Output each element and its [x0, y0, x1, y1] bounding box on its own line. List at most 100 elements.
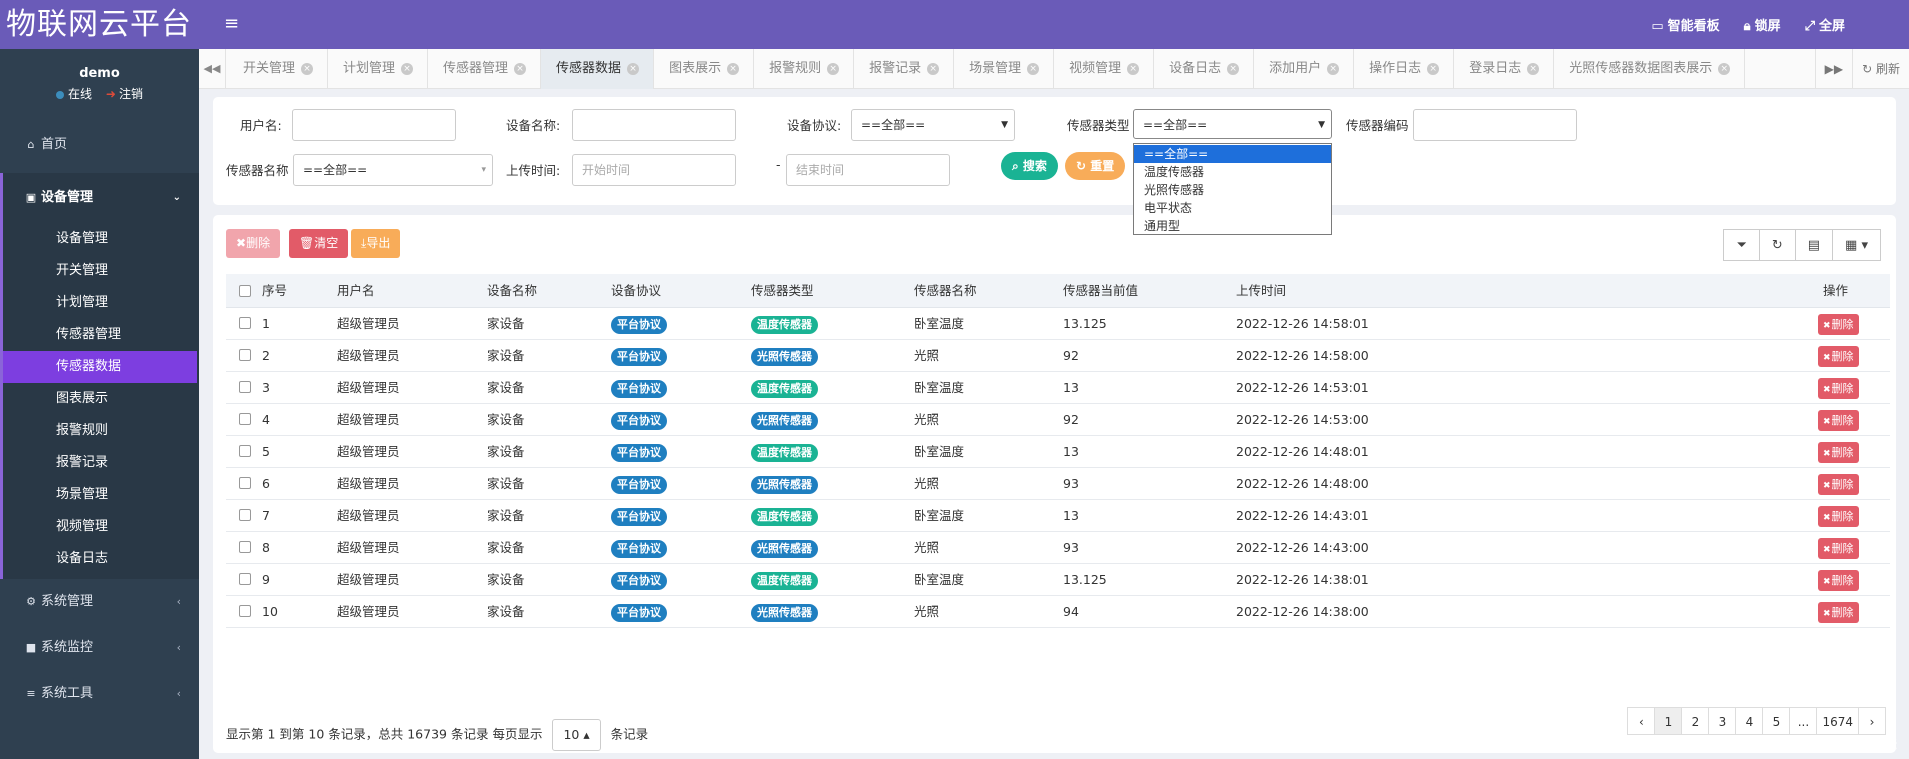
sensor-name-select[interactable]: ==全部== ▾: [293, 154, 493, 186]
columns-icon[interactable]: ▦ ▾: [1832, 229, 1881, 261]
fullscreen-button[interactable]: ⤢ 全屏: [1805, 15, 1845, 34]
row-delete-button[interactable]: ✖删除: [1818, 345, 1859, 367]
tab-close-icon[interactable]: ×: [301, 62, 314, 75]
row-delete-button[interactable]: ✖删除: [1818, 537, 1859, 559]
export-button[interactable]: ⤓导出: [351, 229, 401, 258]
tab-item[interactable]: 登录日志 ×: [1454, 49, 1555, 89]
menu-icon[interactable]: ≡: [224, 13, 239, 34]
logout-link[interactable]: 注销: [119, 87, 143, 101]
tab-item[interactable]: 设备日志 ×: [1154, 49, 1255, 89]
sidebar-item-system-tools[interactable]: ≡ 系统工具 ‹: [0, 671, 199, 717]
dashboard-button[interactable]: ▭ 智能看板: [1651, 15, 1719, 34]
end-time-input[interactable]: 结束时间: [786, 154, 950, 186]
tab-close-icon[interactable]: ×: [1327, 62, 1340, 75]
tab-item[interactable]: 光照传感器数据图表展示 ×: [1554, 49, 1746, 89]
tab-item[interactable]: 操作日志 ×: [1354, 49, 1455, 89]
sensor-type-option[interactable]: 电平状态: [1134, 199, 1331, 217]
tab-close-icon[interactable]: ×: [1527, 62, 1540, 75]
row-delete-button[interactable]: ✖删除: [1818, 409, 1859, 431]
tab-item[interactable]: 添加用户 ×: [1254, 49, 1355, 89]
sensor-type-option[interactable]: 温度传感器: [1134, 163, 1331, 181]
tab-item[interactable]: 报警规则 ×: [754, 49, 855, 89]
sidebar-item-device-management[interactable]: ▣ 设备管理 ⌄: [3, 173, 199, 223]
tab-scroll-left-icon[interactable]: ◀◀: [199, 49, 226, 89]
tab-item[interactable]: 场景管理 ×: [954, 49, 1055, 89]
protocol-select[interactable]: ==全部== ▼: [851, 109, 1015, 141]
tab-refresh-button[interactable]: ↻ 刷新: [1852, 49, 1909, 89]
refresh-icon[interactable]: ↻: [1758, 229, 1796, 261]
sidebar-item-home[interactable]: ⌂ 首页: [0, 117, 199, 173]
clear-button[interactable]: 🗑︎清空: [289, 229, 349, 258]
row-checkbox[interactable]: [239, 413, 251, 425]
row-delete-button[interactable]: ✖删除: [1818, 377, 1859, 399]
sidebar-subitem-alarm-rule[interactable]: 报警规则: [3, 415, 199, 447]
tab-close-icon[interactable]: ×: [1718, 62, 1731, 75]
page-button[interactable]: 4: [1735, 707, 1764, 735]
page-button[interactable]: 3: [1708, 707, 1737, 735]
tab-close-icon[interactable]: ×: [401, 62, 414, 75]
lock-screen-button[interactable]: 🔒︎ 锁屏: [1744, 15, 1781, 34]
row-checkbox[interactable]: [239, 477, 251, 489]
row-delete-button[interactable]: ✖删除: [1818, 505, 1859, 527]
sidebar-subitem-scene[interactable]: 场景管理: [3, 479, 199, 511]
tab-scroll-right-icon[interactable]: ▶▶: [1814, 49, 1852, 89]
row-delete-button[interactable]: ✖删除: [1818, 313, 1859, 335]
sidebar-subitem-video[interactable]: 视频管理: [3, 511, 199, 543]
sidebar-subitem-sensor[interactable]: 传感器管理: [3, 319, 199, 351]
sensor-type-option[interactable]: ==全部==: [1134, 145, 1331, 163]
tab-item[interactable]: 开关管理 ×: [228, 49, 329, 89]
sidebar-subitem-plan[interactable]: 计划管理: [3, 287, 199, 319]
sidebar-subitem-alarm-record[interactable]: 报警记录: [3, 447, 199, 479]
tab-item[interactable]: 视频管理 ×: [1054, 49, 1155, 89]
prev-page-button[interactable]: ‹: [1627, 707, 1656, 735]
tab-close-icon[interactable]: ×: [1127, 62, 1140, 75]
logout-icon[interactable]: ➜: [106, 87, 116, 101]
page-size-select[interactable]: 10 ▴: [552, 719, 601, 751]
row-delete-button[interactable]: ✖删除: [1818, 601, 1859, 623]
sensor-type-select[interactable]: ==全部== ▼: [1133, 109, 1332, 139]
row-checkbox[interactable]: [239, 349, 251, 361]
select-all-checkbox[interactable]: [239, 285, 251, 297]
page-button[interactable]: 1674: [1816, 707, 1859, 735]
tab-item[interactable]: 传感器数据 ×: [541, 49, 655, 89]
row-delete-button[interactable]: ✖删除: [1818, 441, 1859, 463]
sidebar-subitem-sensor-data[interactable]: 传感器数据: [3, 351, 197, 383]
tab-close-icon[interactable]: ×: [727, 62, 740, 75]
row-checkbox[interactable]: [239, 541, 251, 553]
page-button[interactable]: 2: [1681, 707, 1710, 735]
tab-item[interactable]: 计划管理 ×: [328, 49, 429, 89]
page-button[interactable]: 5: [1762, 707, 1791, 735]
next-page-button[interactable]: ›: [1858, 707, 1886, 735]
row-checkbox[interactable]: [239, 381, 251, 393]
tab-close-icon[interactable]: ×: [1427, 62, 1440, 75]
toggle-view-icon[interactable]: ▤: [1794, 229, 1834, 261]
tab-item[interactable]: 图表展示 ×: [654, 49, 755, 89]
row-checkbox[interactable]: [239, 317, 251, 329]
sidebar-subitem-device-log[interactable]: 设备日志: [3, 543, 199, 575]
tab-close-icon[interactable]: ×: [1227, 62, 1240, 75]
tab-close-icon[interactable]: ×: [827, 62, 840, 75]
tab-close-icon[interactable]: ×: [514, 62, 527, 75]
sensor-type-option[interactable]: 光照传感器: [1134, 181, 1331, 199]
sidebar-subitem-chart[interactable]: 图表展示: [3, 383, 199, 415]
row-checkbox[interactable]: [239, 445, 251, 457]
row-checkbox[interactable]: [239, 573, 251, 585]
sidebar-item-system-manage[interactable]: ⚙ 系统管理 ‹: [0, 579, 199, 625]
sidebar-subitem-device[interactable]: 设备管理: [3, 223, 199, 255]
tab-close-icon[interactable]: ×: [927, 62, 940, 75]
tab-item[interactable]: 传感器管理 ×: [428, 49, 542, 89]
reset-button[interactable]: ↻ 重置: [1065, 152, 1126, 180]
delete-selected-button[interactable]: ✖删除: [226, 229, 281, 258]
row-delete-button[interactable]: ✖删除: [1818, 569, 1859, 591]
username-input[interactable]: [292, 109, 456, 141]
tab-item[interactable]: 报警记录 ×: [854, 49, 955, 89]
start-time-input[interactable]: 开始时间: [572, 154, 736, 186]
page-button[interactable]: 1: [1654, 707, 1683, 735]
tab-close-icon[interactable]: ×: [627, 62, 640, 75]
row-checkbox[interactable]: [239, 509, 251, 521]
sidebar-subitem-switch[interactable]: 开关管理: [3, 255, 199, 287]
sidebar-item-system-monitor[interactable]: ■ 系统监控 ‹: [0, 625, 199, 671]
row-delete-button[interactable]: ✖删除: [1818, 473, 1859, 495]
tab-close-icon[interactable]: ×: [1027, 62, 1040, 75]
filter-icon[interactable]: ⏷: [1723, 229, 1760, 261]
